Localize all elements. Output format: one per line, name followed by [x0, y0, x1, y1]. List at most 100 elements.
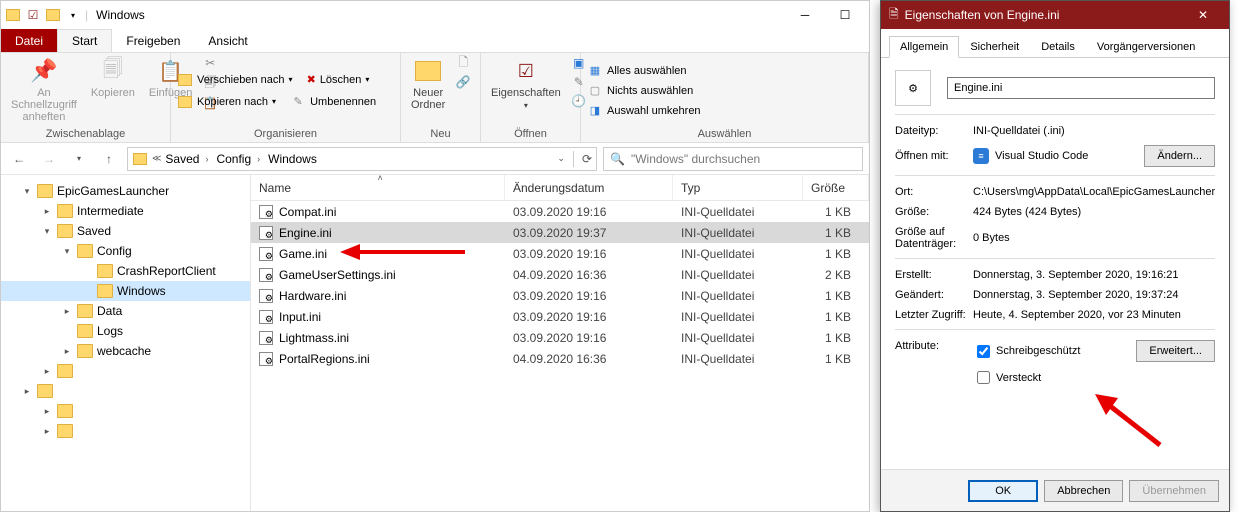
expand-icon[interactable]: ▾: [21, 186, 33, 197]
value-modified: Donnerstag, 3. September 2020, 19:37:24: [973, 289, 1215, 301]
col-type[interactable]: Typ: [681, 181, 700, 195]
expand-icon[interactable]: ▾: [61, 246, 73, 257]
recent-dropdown[interactable]: ▾: [67, 147, 91, 171]
delete-button[interactable]: Löschen: [320, 74, 362, 86]
address-dropdown-icon[interactable]: ⌄: [557, 153, 565, 164]
tree-item[interactable]: ▸: [1, 401, 250, 421]
file-row[interactable]: Compat.ini03.09.2020 19:16INI-Quelldatei…: [251, 201, 869, 222]
file-row[interactable]: Lightmass.ini03.09.2020 19:16INI-Quellda…: [251, 327, 869, 348]
crumb-windows[interactable]: Windows: [268, 152, 317, 166]
apply-button[interactable]: Übernehmen: [1129, 480, 1219, 502]
file-type: INI-Quelldatei: [673, 205, 803, 219]
minimize-button[interactable]: ─: [785, 3, 825, 27]
tab-freigeben[interactable]: Freigeben: [112, 29, 194, 52]
maximize-button[interactable]: ☐: [825, 3, 865, 27]
file-row[interactable]: Engine.ini03.09.2020 19:37INI-Quelldatei…: [251, 222, 869, 243]
folder-tree[interactable]: ▾EpicGamesLauncher▸Intermediate ▾ Saved ▾Co…: [1, 175, 251, 511]
back-button[interactable]: ←: [7, 147, 31, 171]
pin-button[interactable]: 📌 An Schnellzugriff anheften: [7, 55, 81, 125]
tree-item[interactable]: ▾Config: [1, 241, 250, 261]
col-size[interactable]: Größe: [811, 181, 845, 195]
tree-item[interactable]: ▸: [1, 381, 250, 401]
selectnone-icon: ▢: [587, 83, 603, 99]
dialog-titlebar[interactable]: 🗎 Eigenschaften von Engine.ini ✕: [881, 1, 1229, 29]
folder-icon: [37, 184, 53, 198]
file-date: 04.09.2020 16:36: [505, 352, 673, 366]
label-location: Ort:: [895, 186, 973, 198]
properties-button[interactable]: ☑ Eigenschaften ▾: [487, 55, 565, 112]
tab-ansicht[interactable]: Ansicht: [194, 29, 261, 52]
expand-icon[interactable]: ▸: [41, 206, 53, 217]
file-row[interactable]: Game.ini03.09.2020 19:16INI-Quelldatei1 …: [251, 243, 869, 264]
refresh-button[interactable]: ⟳: [582, 152, 592, 166]
expand-icon[interactable]: ▸: [41, 366, 53, 377]
address-bar[interactable]: ≪ Saved› Config› Windows ⌄ ⟳: [127, 147, 597, 171]
up-button[interactable]: ↑: [97, 147, 121, 171]
tree-item[interactable]: ▸Intermediate: [1, 201, 250, 221]
ok-button[interactable]: OK: [968, 480, 1038, 502]
file-row[interactable]: GameUserSettings.ini04.09.2020 16:36INI-…: [251, 264, 869, 285]
readonly-checkbox[interactable]: [977, 345, 990, 358]
file-row[interactable]: PortalRegions.ini04.09.2020 16:36INI-Que…: [251, 348, 869, 369]
value-openwith: Visual Studio Code: [995, 150, 1088, 162]
column-headers[interactable]: Name˄ Änderungsdatum Typ Größe: [251, 175, 869, 201]
tab-allgemein[interactable]: Allgemein: [889, 36, 959, 58]
hidden-checkbox[interactable]: [977, 371, 990, 384]
copyto-button[interactable]: Kopieren nach: [197, 96, 268, 108]
tree-item[interactable]: ▾ Saved: [1, 221, 250, 241]
file-name: Lightmass.ini: [279, 331, 349, 345]
tree-item-label: Saved: [77, 224, 111, 238]
tree-item[interactable]: ▸Data: [1, 301, 250, 321]
tree-item[interactable]: ▸: [1, 361, 250, 381]
tree-item[interactable]: ▸webcache: [1, 341, 250, 361]
tree-item[interactable]: ▸: [1, 421, 250, 441]
qat-properties-icon[interactable]: ☑: [25, 7, 41, 23]
file-row[interactable]: Input.ini03.09.2020 19:16INI-Quelldatei1…: [251, 306, 869, 327]
selectall-button[interactable]: Alles auswählen: [607, 65, 687, 77]
rename-button[interactable]: Umbenennen: [310, 96, 376, 108]
forward-button[interactable]: →: [37, 147, 61, 171]
expand-icon[interactable]: ▸: [61, 346, 73, 357]
tab-start[interactable]: Start: [57, 29, 112, 52]
file-menu[interactable]: Datei: [1, 29, 57, 52]
tree-item[interactable]: Windows: [1, 281, 250, 301]
tab-details[interactable]: Details: [1030, 36, 1086, 58]
expand-icon[interactable]: ▸: [21, 386, 33, 397]
col-date[interactable]: Änderungsdatum: [513, 181, 604, 195]
expand-icon[interactable]: ▸: [41, 426, 53, 437]
qat-dropdown-icon[interactable]: ▾: [65, 7, 81, 23]
crumb-config[interactable]: Config: [216, 152, 251, 166]
file-type: INI-Quelldatei: [673, 268, 803, 282]
tree-item[interactable]: CrashReportClient: [1, 261, 250, 281]
close-button[interactable]: ✕: [1185, 3, 1221, 27]
newitem-icon[interactable]: 🗋: [455, 55, 471, 71]
folder-icon: [97, 284, 113, 298]
filename-input[interactable]: [947, 77, 1215, 99]
folder-icon: [37, 384, 53, 398]
advanced-button[interactable]: Erweitert...: [1136, 340, 1215, 362]
tab-sicherheit[interactable]: Sicherheit: [959, 36, 1030, 58]
file-row[interactable]: Hardware.ini03.09.2020 19:16INI-Quelldat…: [251, 285, 869, 306]
expand-icon[interactable]: ▸: [61, 306, 73, 317]
folder-icon: [77, 244, 93, 258]
cancel-button[interactable]: Abbrechen: [1044, 480, 1123, 502]
easyaccess-icon[interactable]: 🔗: [455, 74, 471, 90]
moveto-button[interactable]: Verschieben nach: [197, 74, 284, 86]
file-name: GameUserSettings.ini: [279, 268, 396, 282]
newfolder-button[interactable]: Neuer Ordner: [407, 55, 449, 113]
crumb-saved[interactable]: Saved: [165, 152, 199, 166]
expand-icon[interactable]: ▾: [41, 226, 53, 237]
label-accessed: Letzter Zugriff:: [895, 309, 973, 321]
tree-item[interactable]: Logs: [1, 321, 250, 341]
change-button[interactable]: Ändern...: [1144, 145, 1215, 167]
file-date: 03.09.2020 19:16: [505, 331, 673, 345]
selectnone-button[interactable]: Nichts auswählen: [607, 85, 693, 97]
tab-vorgaenger[interactable]: Vorgängerversionen: [1086, 36, 1206, 58]
qat-newfolder-icon[interactable]: [45, 7, 61, 23]
expand-icon[interactable]: ▸: [41, 406, 53, 417]
copy-button[interactable]: 🗐 Kopieren: [87, 55, 139, 101]
invert-button[interactable]: Auswahl umkehren: [607, 105, 701, 117]
search-input[interactable]: 🔍 "Windows" durchsuchen: [603, 147, 863, 171]
col-name[interactable]: Name: [259, 181, 291, 195]
tree-item[interactable]: ▾EpicGamesLauncher: [1, 181, 250, 201]
